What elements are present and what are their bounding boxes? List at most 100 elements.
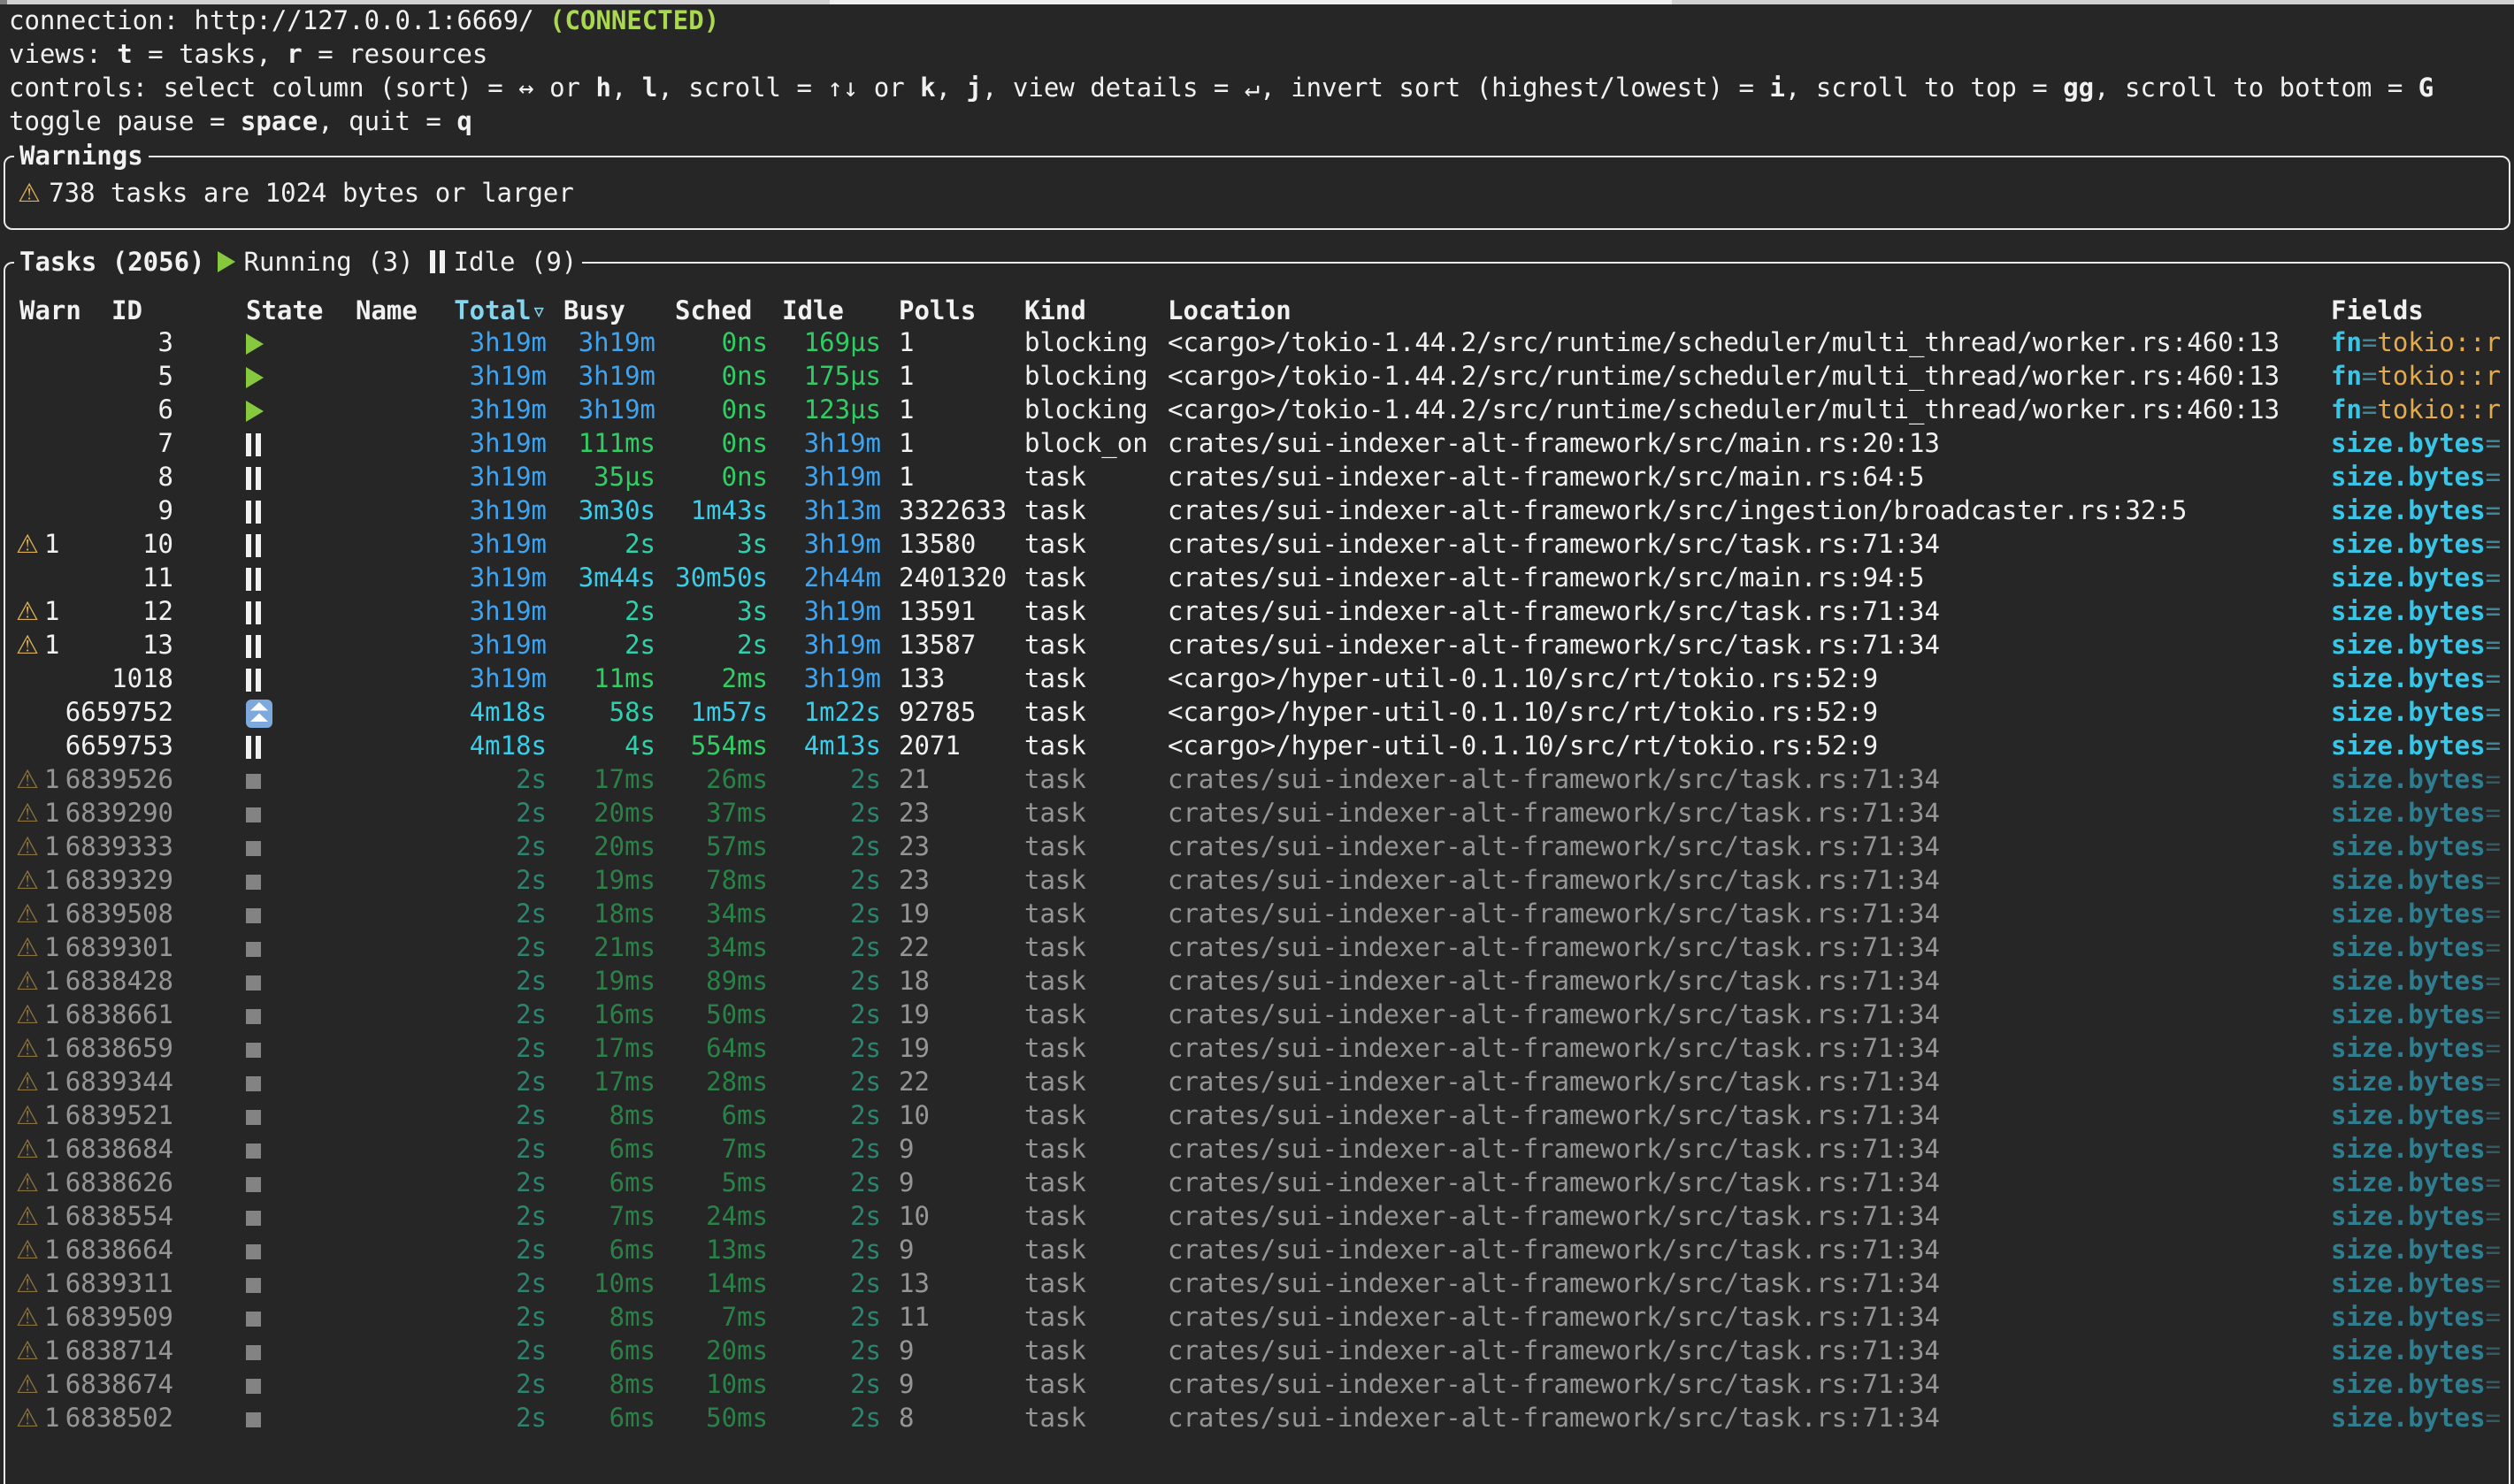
table-row[interactable]: 33h19m3h19m0ns169µs1blocking<cargo>/toki… xyxy=(5,325,2509,359)
table-row[interactable]: ⚠1103h19m2s3s3h19m13580taskcrates/sui-in… xyxy=(5,527,2509,561)
cell-duration: 3h13m xyxy=(757,493,881,527)
table-row[interactable]: 66597534m18s4s554ms4m13s2071task<cargo>/… xyxy=(5,729,2509,762)
cell-state xyxy=(246,1031,261,1065)
table-row[interactable]: 73h19m111ms0ns3h19m1block_oncrates/sui-i… xyxy=(5,426,2509,460)
help-line: toggle pause = space, quit = q xyxy=(9,104,472,138)
table-row[interactable]: ⚠168386742s8ms10ms2s9taskcrates/sui-inde… xyxy=(5,1367,2509,1401)
cell-kind: task xyxy=(1024,628,1086,662)
table-row[interactable]: ⚠168385022s6ms50ms2s8taskcrates/sui-inde… xyxy=(5,1401,2509,1434)
cell-polls: 13587 xyxy=(899,628,976,662)
warning-text: 738 tasks are 1024 bytes or larger xyxy=(49,178,574,208)
cell-duration: 2s xyxy=(405,930,547,964)
table-row[interactable]: ⚠168384282s19ms89ms2s18taskcrates/sui-in… xyxy=(5,964,2509,998)
cell-state xyxy=(246,662,261,695)
cell-polls: 11 xyxy=(899,1300,930,1334)
table-row[interactable]: 10183h19m11ms2ms3h19m133task<cargo>/hype… xyxy=(5,662,2509,695)
warning-triangle-icon: ⚠ xyxy=(16,897,39,930)
table-row[interactable]: ⚠168395262s17ms26ms2s21taskcrates/sui-in… xyxy=(5,762,2509,796)
field-equals: = xyxy=(2486,428,2501,458)
cell-duration: 3h19m xyxy=(757,527,881,561)
table-row[interactable]: ⚠168395212s8ms6ms2s10taskcrates/sui-inde… xyxy=(5,1098,2509,1132)
table-row[interactable]: 66597524m18s58s1m57s1m22s92785task<cargo… xyxy=(5,695,2509,729)
cell-duration: 3h19m xyxy=(405,628,547,662)
cell-polls: 8 xyxy=(899,1401,914,1434)
field-key: size.bytes xyxy=(2331,596,2486,626)
pause-icon xyxy=(430,250,445,273)
table-row[interactable]: ⚠168385542s7ms24ms2s10taskcrates/sui-ind… xyxy=(5,1199,2509,1233)
cell-duration: 3h19m xyxy=(405,426,547,460)
column-header-kind[interactable]: Kind xyxy=(1024,294,1086,327)
table-row[interactable]: ⚠168395092s8ms7ms2s11taskcrates/sui-inde… xyxy=(5,1300,2509,1334)
field-value: tokio::r xyxy=(2377,327,2501,357)
table-row[interactable]: ⚠168393112s10ms14ms2s13taskcrates/sui-in… xyxy=(5,1266,2509,1300)
warning-triangle-icon: ⚠ xyxy=(16,1401,39,1434)
column-header-location[interactable]: Location xyxy=(1168,294,1291,327)
table-row[interactable]: 113h19m3m44s30m50s2h44m2401320taskcrates… xyxy=(5,561,2509,594)
table-row[interactable]: 83h19m35µs0ns3h19m1taskcrates/sui-indexe… xyxy=(5,460,2509,493)
table-row[interactable]: ⚠168386642s6ms13ms2s9taskcrates/sui-inde… xyxy=(5,1233,2509,1266)
cell-kind: task xyxy=(1024,897,1086,930)
table-row[interactable]: ⚠168386592s17ms64ms2s19taskcrates/sui-in… xyxy=(5,1031,2509,1065)
field-equals: = xyxy=(2486,1235,2501,1265)
warning-triangle-icon: ⚠ xyxy=(16,830,39,863)
table-row[interactable]: 53h19m3h19m0ns175µs1blocking<cargo>/toki… xyxy=(5,359,2509,393)
cell-duration: 3m30s xyxy=(532,493,655,527)
table-row[interactable]: ⚠168393012s21ms34ms2s22taskcrates/sui-in… xyxy=(5,930,2509,964)
field-equals: = xyxy=(2486,731,2501,761)
field-equals: = xyxy=(2486,1100,2501,1130)
cell-duration: 2s xyxy=(757,1233,881,1266)
field-equals: = xyxy=(2486,865,2501,895)
table-row[interactable]: 63h19m3h19m0ns123µs1blocking<cargo>/toki… xyxy=(5,393,2509,426)
field-equals: = xyxy=(2486,1201,2501,1231)
table-row[interactable]: ⚠168395082s18ms34ms2s19taskcrates/sui-in… xyxy=(5,897,2509,930)
table-row[interactable]: 93h19m3m30s1m43s3h13m3322633taskcrates/s… xyxy=(5,493,2509,527)
column-header-polls[interactable]: Polls xyxy=(899,294,976,327)
cell-polls: 1 xyxy=(899,460,914,493)
column-header-id[interactable]: ID xyxy=(111,294,142,327)
table-row[interactable]: ⚠168387142s6ms20ms2s9taskcrates/sui-inde… xyxy=(5,1334,2509,1367)
column-header-idle[interactable]: Idle xyxy=(782,294,844,327)
table-row[interactable]: ⚠1133h19m2s2s3h19m13587taskcrates/sui-in… xyxy=(5,628,2509,662)
table-row[interactable]: ⚠168386612s16ms50ms2s19taskcrates/sui-in… xyxy=(5,998,2509,1031)
column-header-busy[interactable]: Busy xyxy=(563,294,625,327)
column-header-fields[interactable]: Fields xyxy=(2331,294,2424,327)
warning-triangle-icon: ⚠ xyxy=(16,1233,39,1266)
cell-polls: 2071 xyxy=(899,729,961,762)
cell-kind: task xyxy=(1024,662,1086,695)
stop-icon xyxy=(246,1244,261,1259)
stop-icon xyxy=(246,1009,261,1024)
column-header-state[interactable]: State xyxy=(246,294,323,327)
cell-duration: 20ms xyxy=(532,796,655,830)
column-header-sched[interactable]: Sched xyxy=(675,294,752,327)
help-text: l xyxy=(642,73,657,103)
cell-fields: size.bytes= xyxy=(2331,830,2501,863)
cell-location: crates/sui-indexer-alt-framework/src/tas… xyxy=(1168,930,1940,964)
help-line: views: t = tasks, r = resources xyxy=(9,37,487,71)
cell-location: crates/sui-indexer-alt-framework/src/tas… xyxy=(1168,964,1940,998)
cell-duration: 2s xyxy=(757,863,881,897)
cell-fields: size.bytes= xyxy=(2331,662,2501,695)
column-header-warn[interactable]: Warn xyxy=(19,294,81,327)
cell-location: crates/sui-indexer-alt-framework/src/tas… xyxy=(1168,1166,1940,1199)
stop-icon xyxy=(246,807,261,822)
warning-triangle-icon: ⚠ xyxy=(16,998,39,1031)
cell-fields: size.bytes= xyxy=(2331,1401,2501,1434)
field-key: size.bytes xyxy=(2331,1134,2486,1164)
cell-state xyxy=(246,1367,261,1401)
warning-triangle-icon: ⚠ xyxy=(16,1031,39,1065)
cell-fields: size.bytes= xyxy=(2331,1233,2501,1266)
cell-task-id: 6838714 xyxy=(41,1334,173,1367)
cell-fields: size.bytes= xyxy=(2331,460,2501,493)
cell-task-id: 6 xyxy=(41,393,173,426)
field-equals: = xyxy=(2486,798,2501,828)
table-row[interactable]: ⚠168392902s20ms37ms2s23taskcrates/sui-in… xyxy=(5,796,2509,830)
table-row[interactable]: ⚠1123h19m2s3s3h19m13591taskcrates/sui-in… xyxy=(5,594,2509,628)
table-row[interactable]: ⚠168393332s20ms57ms2s23taskcrates/sui-in… xyxy=(5,830,2509,863)
table-row[interactable]: ⚠168386842s6ms7ms2s9taskcrates/sui-index… xyxy=(5,1132,2509,1166)
table-row[interactable]: ⚠168386262s6ms5ms2s9taskcrates/sui-index… xyxy=(5,1166,2509,1199)
cell-duration: 58s xyxy=(532,695,655,729)
table-row[interactable]: ⚠168393292s19ms78ms2s23taskcrates/sui-in… xyxy=(5,863,2509,897)
column-header-total[interactable]: Total▿ xyxy=(405,294,547,327)
cell-task-id: 10 xyxy=(41,527,173,561)
table-row[interactable]: ⚠168393442s17ms28ms2s22taskcrates/sui-in… xyxy=(5,1065,2509,1098)
